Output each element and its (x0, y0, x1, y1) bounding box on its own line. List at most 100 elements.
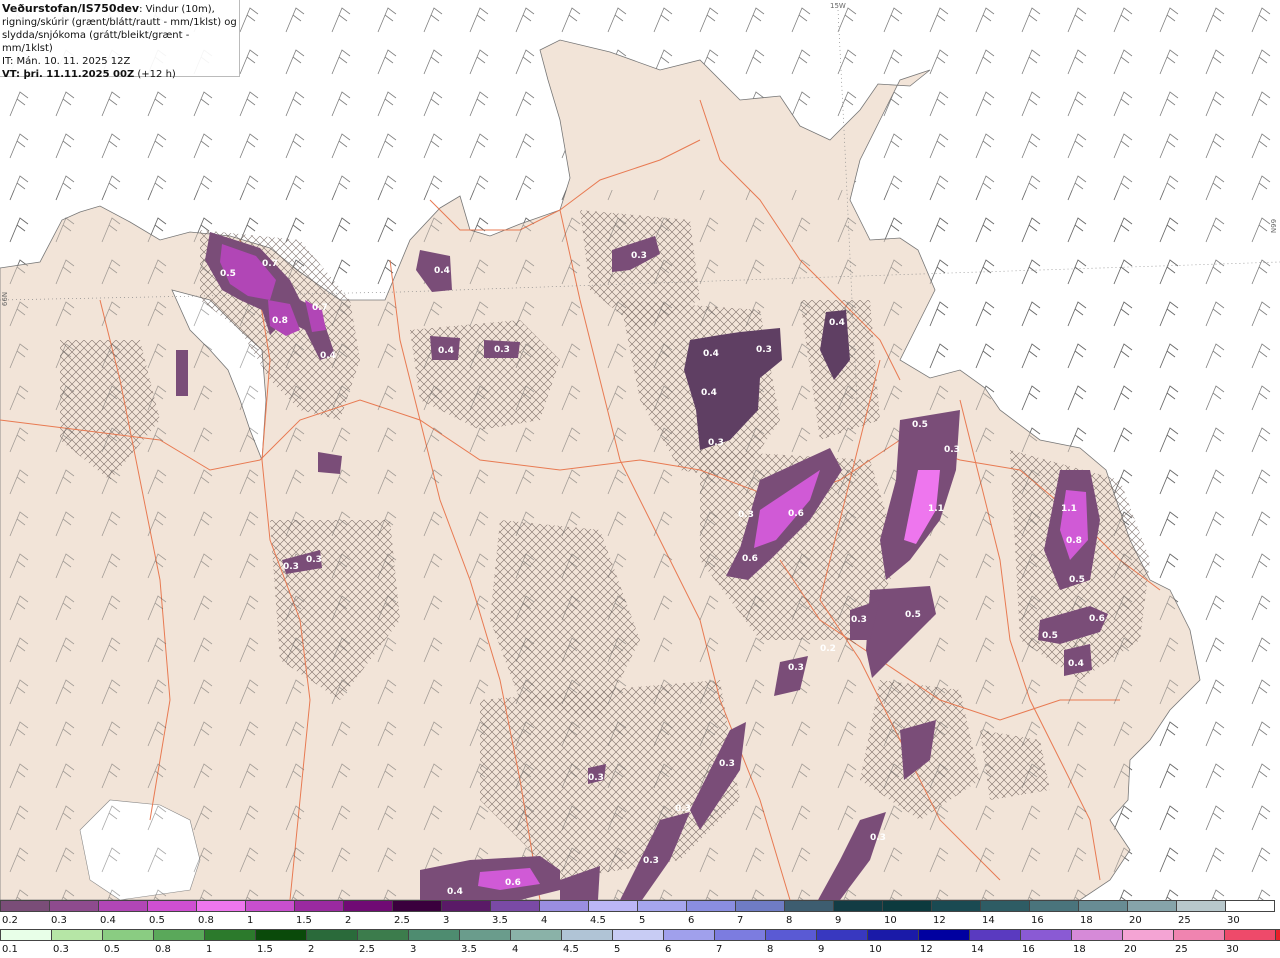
legend-rain-color-cell (969, 929, 1021, 941)
legend-rain-label: 7 (716, 944, 723, 955)
legend-snow-color-cell (882, 900, 932, 912)
map-area[interactable]: 0.5 0.7 0.7 0.8 0.4 0.4 0.4 0.3 0.3 0.4 … (0, 0, 1280, 900)
precip-label: 0.4 (447, 887, 463, 897)
precip-label: 0.8 (1066, 536, 1082, 546)
legend-snow-color-cell (147, 900, 197, 912)
legend-snow-color-cell (392, 900, 442, 912)
legend-snow-color-cell (0, 900, 50, 912)
legend-snow-label: 0.8 (198, 915, 214, 926)
legend-rain-color-cell (714, 929, 766, 941)
legend-rain-color-cell (765, 929, 817, 941)
legend-snow-color-cell (1225, 900, 1275, 912)
legend-rain-label: 8 (767, 944, 774, 955)
init-time: IT: Mán. 10. 11. 2025 12Z (2, 56, 131, 67)
legend-snow-label: 1 (247, 915, 254, 926)
precip-label: 1.1 (928, 504, 944, 514)
legend-snow-color-cell (1127, 900, 1177, 912)
legend-rain-label: 25 (1175, 944, 1188, 955)
legend-rain-color-cell (357, 929, 409, 941)
precip-label: 0.6 (505, 878, 521, 888)
precip-label: 0.5 (912, 420, 928, 430)
legend-rain-label: 0.1 (2, 944, 18, 955)
legend-rain-label: 20 (1124, 944, 1137, 955)
legend-snow-label: 9 (835, 915, 842, 926)
legend-rain-color-cell (1020, 929, 1072, 941)
precip-label: 0.4 (434, 266, 450, 276)
legend-snow-labels: 0.2 0.3 0.4 0.5 0.8 1 1.5 2 2.5 3 3.5 4 4.5 5 6 7 8 9 10 12… (0, 915, 1280, 929)
legend-snow-color-cell (539, 900, 589, 912)
legend-snow-color-cell (98, 900, 148, 912)
legend-snow-label: 30 (1227, 915, 1240, 926)
legend-rain-label: 2 (308, 944, 315, 955)
precip-label: 0.4 (320, 351, 336, 361)
precip-label: 0.3 (756, 345, 772, 355)
precip-label: 0.6 (788, 509, 804, 519)
legend-rain-label: 2.5 (359, 944, 375, 955)
precipitation-map[interactable]: 0.5 0.7 0.7 0.8 0.4 0.4 0.4 0.3 0.3 0.4 … (0, 0, 1280, 900)
legend-rain-label: 14 (971, 944, 984, 955)
legend-snow-color-cell (1078, 900, 1128, 912)
legend-snow-color-cell (294, 900, 344, 912)
precip-label: 0.3 (675, 804, 691, 814)
legend-rain-color-cell (255, 929, 307, 941)
precip-label: 0.3 (851, 615, 867, 625)
legend-rain-color-cell (1122, 929, 1174, 941)
valid-time: VT: þri. 11.11.2025 00Z (2, 69, 135, 80)
legend-snow-color-cell (490, 900, 540, 912)
legend-rain-label: 0.5 (104, 944, 120, 955)
legend-snow-color-cell (931, 900, 981, 912)
legend-rain-color-cell (102, 929, 154, 941)
legend-snow-color-cell (833, 900, 883, 912)
variable-desc-3: slydda/snjókoma (grátt/bleikt/grænt - mm… (2, 30, 190, 54)
precip-label: 0.3 (643, 856, 659, 866)
legend-rain-colors (0, 929, 1280, 943)
legend-rain-label: 1.5 (257, 944, 273, 955)
precip-label: 0.5 (905, 610, 921, 620)
legend-snow-label: 10 (884, 915, 897, 926)
legend-snow-color-cell (196, 900, 246, 912)
precip-label: 0.3 (708, 438, 724, 448)
legend-rain-label: 30 (1226, 944, 1239, 955)
legend-snow-label: 3 (443, 915, 450, 926)
precip-label: 0.6 (1089, 614, 1105, 624)
legend-rain-label: 16 (1022, 944, 1035, 955)
legend-snow-label: 25 (1178, 915, 1191, 926)
legend-rain-color-cell (561, 929, 613, 941)
precip-label: 0.7 (262, 259, 278, 269)
legend-snow-label: 14 (982, 915, 995, 926)
grid-label-15w: 15W (830, 2, 846, 10)
precip-label: 0.7 (312, 303, 328, 313)
legend-snow-label: 0.3 (51, 915, 67, 926)
precip-label: 0.3 (870, 833, 886, 843)
variable-desc-2: rigning/skúrir (grænt/blátt/rautt - mm/1… (2, 17, 237, 28)
legend-snow-label: 7 (737, 915, 744, 926)
model-title: Veðurstofan/IS750dev (2, 2, 140, 15)
legend-snow-color-cell (1029, 900, 1079, 912)
legend-rain-color-cell (1071, 929, 1123, 941)
grid-label-66n-right: 66N (1269, 218, 1278, 234)
legend-rain-label: 5 (614, 944, 621, 955)
precip-label: 0.6 (742, 554, 758, 564)
info-box: Veðurstofan/IS750dev: Vindur (10m), rign… (0, 0, 240, 80)
legend-rain-label: 6 (665, 944, 672, 955)
precip-label: 0.5 (1069, 575, 1085, 585)
precip-label: 0.3 (631, 251, 647, 261)
precip-label: 0.3 (283, 562, 299, 572)
legend-rain-color-cell (459, 929, 511, 941)
legend-rain-label: 4.5 (563, 944, 579, 955)
legend-snow-label: 12 (933, 915, 946, 926)
legend-snow-label: 4 (541, 915, 548, 926)
wind-barbs-land (0, 190, 1200, 900)
legend-rain-color-cell (204, 929, 256, 941)
legend-snow-label: 1.5 (296, 915, 312, 926)
legend-rain-label: 0.3 (53, 944, 69, 955)
legend-rain-label: 3 (410, 944, 417, 955)
legend-rain-label: 10 (869, 944, 882, 955)
legend-snow-label: 16 (1031, 915, 1044, 926)
legend-snow-label: 0.4 (100, 915, 116, 926)
legend-snow-label: 18 (1080, 915, 1093, 926)
legend-snow-color-cell (784, 900, 834, 912)
precip-label: 0.3 (944, 445, 960, 455)
legend-rain-color-cell (867, 929, 919, 941)
legend-rain-labels: 0.1 0.3 0.5 0.8 1 1.5 2 2.5 3 3.5 4 4.5 5 6 7 8 9 10 12 14 1… (0, 944, 1280, 958)
